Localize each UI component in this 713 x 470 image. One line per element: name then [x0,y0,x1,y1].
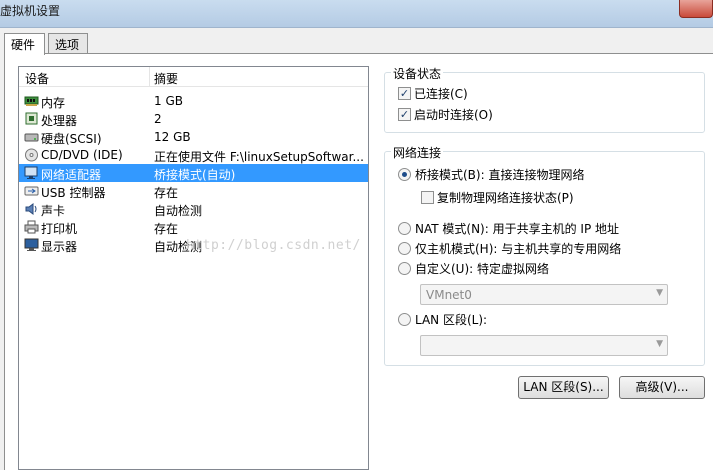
replicate-state-option[interactable]: 复制物理网络连接状态(P) [421,189,574,206]
usb-icon [24,184,39,198]
custom-label[interactable]: 自定义(U): 特定虚拟网络 [415,260,549,277]
host-only-radio[interactable] [398,242,411,255]
connected-option[interactable]: ✓ 已连接(C) [398,85,468,102]
device-summary: 12 GB [154,130,191,144]
connect-at-power-on-label[interactable]: 启动时连接(O) [414,106,493,123]
nat-option[interactable]: NAT 模式(N): 用于共享主机的 IP 地址 [398,220,619,237]
device-row-printer[interactable]: 打印机 存在 [19,218,368,236]
custom-network-value: VMnet0 [426,288,472,302]
chevron-down-icon: ▼ [656,288,663,298]
device-row-usb[interactable]: USB 控制器 存在 [19,182,368,200]
device-list[interactable]: 设备 摘要 内存 1 GB 处理器 2 硬盘(SCSI) 12 GB CD/DV… [18,66,369,470]
network-connection-title: 网络连接 [391,144,444,161]
device-row-memory[interactable]: 内存 1 GB [19,92,368,110]
window-title: 虚拟机设置 [0,4,61,18]
connect-at-power-on-option[interactable]: ✓ 启动时连接(O) [398,106,493,123]
device-name: USB 控制器 [41,186,106,200]
bridged-radio[interactable] [398,168,411,181]
device-row-processor[interactable]: 处理器 2 [19,110,368,128]
device-name: 声卡 [41,204,66,218]
watermark-text: http://blog.csdn.net/ [186,238,361,253]
harddisk-icon [24,130,39,144]
device-name: 显示器 [41,240,78,254]
connect-at-power-on-checkbox[interactable]: ✓ [398,108,411,121]
custom-radio[interactable] [398,262,411,275]
cd-dvd-icon [24,148,39,162]
device-summary: 存在 [154,186,179,200]
custom-option[interactable]: 自定义(U): 特定虚拟网络 [398,260,549,277]
device-summary: 存在 [154,222,179,236]
device-name: CD/DVD (IDE) [41,148,123,162]
close-button[interactable] [679,0,713,18]
processor-icon [24,112,39,126]
connected-label[interactable]: 已连接(C) [414,85,468,102]
nat-radio[interactable] [398,222,411,235]
tab-hardware[interactable]: 硬件 [4,33,45,55]
device-row-network-adapter[interactable]: 网络适配器 桥接模式(自动) [19,164,368,182]
host-only-label[interactable]: 仅主机模式(H): 与主机共享的专用网络 [415,240,621,257]
header-device[interactable]: 设备 [25,70,49,87]
device-name: 硬盘(SCSI) [41,132,102,146]
header-summary[interactable]: 摘要 [154,70,178,87]
lan-segment-label[interactable]: LAN 区段(L): [415,311,487,328]
device-name: 处理器 [41,114,78,128]
device-summary: 自动检测 [154,204,203,218]
lan-segment-select[interactable]: ▼ [420,335,668,356]
network-connection-group: 网络连接 桥接模式(B): 直接连接物理网络 复制物理网络连接状态(P) NAT… [384,144,705,366]
tab-options[interactable]: 选项 [48,33,88,54]
device-row-harddisk[interactable]: 硬盘(SCSI) 12 GB [19,128,368,146]
custom-network-select[interactable]: VMnet0 ▼ [420,284,668,305]
chevron-down-icon: ▼ [656,339,663,349]
device-summary: 1 GB [154,94,183,108]
lan-segment-option[interactable]: LAN 区段(L): [398,311,487,328]
bridged-option[interactable]: 桥接模式(B): 直接连接物理网络 [398,166,584,183]
bridged-label[interactable]: 桥接模式(B): 直接连接物理网络 [415,166,584,183]
device-name: 打印机 [41,222,78,236]
device-row-cd-dvd[interactable]: CD/DVD (IDE) 正在使用文件 F:\linuxSetupSoftwar… [19,146,368,164]
device-status-title: 设备状态 [391,65,444,82]
sound-card-icon [24,202,39,216]
printer-icon [24,220,39,234]
device-status-group: 设备状态 ✓ 已连接(C) ✓ 启动时连接(O) [384,65,705,133]
device-name: 内存 [41,96,66,110]
host-only-option[interactable]: 仅主机模式(H): 与主机共享的专用网络 [398,240,621,257]
advanced-button[interactable]: 高级(V)... [619,376,705,399]
lan-segments-button[interactable]: LAN 区段(S)... [518,376,609,399]
replicate-state-label[interactable]: 复制物理网络连接状态(P) [437,189,574,206]
device-row-sound-card[interactable]: 声卡 自动检测 [19,200,368,218]
network-adapter-icon [24,166,39,180]
lan-segment-radio[interactable] [398,313,411,326]
nat-label[interactable]: NAT 模式(N): 用于共享主机的 IP 地址 [415,220,619,237]
list-header: 设备 摘要 [19,67,368,87]
display-icon [24,238,39,252]
replicate-state-checkbox[interactable] [421,191,434,204]
memory-icon [24,94,39,108]
device-summary: 正在使用文件 F:\linuxSetupSoftwar... [154,150,364,164]
connected-checkbox[interactable]: ✓ [398,87,411,100]
device-name: 网络适配器 [41,168,102,182]
device-summary: 桥接模式(自动) [154,168,236,182]
device-summary: 2 [154,112,162,126]
title-bar: 虚拟机设置 [0,0,713,28]
